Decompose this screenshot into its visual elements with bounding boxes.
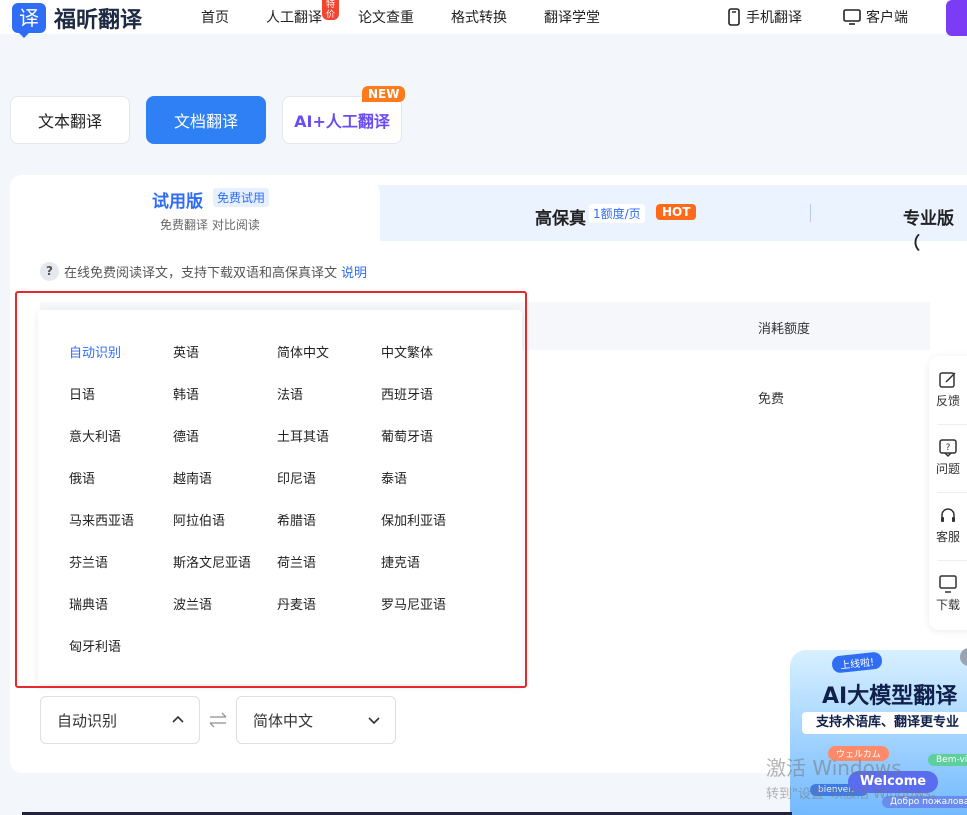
target-language-select[interactable]: 简体中文 <box>236 696 396 744</box>
logo-text: 福昕翻译 <box>54 8 143 33</box>
promo-tag: 上线啦! <box>831 651 883 674</box>
nav-sale-badge: 特价 <box>322 0 340 20</box>
rail-divider <box>937 492 967 493</box>
chevron-up-icon <box>172 715 184 723</box>
nav-plagiarism-check[interactable]: 论文查重 <box>358 7 414 27</box>
info-text: 在线免费阅读译文，支持下载双语和高保真译文 <box>64 266 338 281</box>
plan-divider <box>810 204 811 222</box>
client-label: 客户端 <box>866 10 908 26</box>
nav-format-convert[interactable]: 格式转换 <box>451 7 507 27</box>
hifi-plan-title[interactable]: 高保真 <box>535 204 586 229</box>
rail-download[interactable]: 下载 <box>929 574 967 613</box>
new-badge: NEW <box>362 86 406 102</box>
swap-icon[interactable] <box>207 710 229 730</box>
promo-title: AI大模型翻译 <box>822 684 958 709</box>
logo[interactable]: 译 福昕翻译 <box>12 2 143 38</box>
text-translate-tab[interactable]: 文本翻译 <box>10 96 130 144</box>
document-translate-tab[interactable]: 文档翻译 <box>146 96 266 144</box>
mobile-translate-link[interactable]: 手机翻译 <box>727 7 802 27</box>
trial-plan-subtitle: 免费翻译 对比阅读 <box>160 218 260 232</box>
edit-icon <box>939 372 956 388</box>
svg-text:?: ? <box>946 443 951 453</box>
nav-home[interactable]: 首页 <box>201 7 229 27</box>
rail-support-label: 客服 <box>935 530 960 544</box>
headset-icon <box>941 508 955 522</box>
nav-translation-school[interactable]: 翻译学堂 <box>544 7 600 27</box>
info-explain-link[interactable]: 说明 <box>341 262 367 281</box>
watermark-line2: 转到"设置"以激活 Windows。 <box>766 787 945 802</box>
rail-divider <box>937 424 967 425</box>
rail-feedback[interactable]: 反馈 <box>929 370 967 409</box>
question-icon: ? <box>40 262 59 281</box>
hifi-plan-tag: 1额度/页 <box>589 204 645 223</box>
login-button[interactable] <box>946 0 967 36</box>
top-header: 译 福昕翻译 首页 人工翻译 特价 论文查重 格式转换 翻译学堂 手机翻译 客户… <box>0 0 967 38</box>
rail-faq-label: 问题 <box>935 462 960 476</box>
chevron-down-icon <box>368 717 380 725</box>
monitor-icon <box>939 575 957 593</box>
target-language-value: 简体中文 <box>253 711 314 730</box>
promo-subtitle: 支持术语库、翻译更专业 <box>802 712 967 734</box>
side-rail: 反馈 ? 问题 客服 下载 <box>929 356 967 630</box>
rail-feedback-label: 反馈 <box>935 394 960 408</box>
ai-human-translate-tab[interactable]: AI+人工翻译 <box>282 96 402 144</box>
windows-activation-watermark: 激活 Windows 转到"设置"以激活 Windows。 <box>766 752 944 802</box>
monitor-icon <box>843 9 861 25</box>
rail-divider <box>937 560 967 561</box>
info-line: ? 在线免费阅读译文，支持下载双语和高保真译文 说明 <box>40 262 367 281</box>
client-download-link[interactable]: 客户端 <box>843 7 908 27</box>
cost-value: 免费 <box>758 392 785 407</box>
rail-download-label: 下载 <box>935 598 960 612</box>
rail-faq[interactable]: ? 问题 <box>929 438 967 477</box>
rail-support[interactable]: 客服 <box>929 506 967 545</box>
phone-icon <box>728 8 740 26</box>
watermark-line1: 激活 Windows <box>766 756 902 780</box>
source-language-select[interactable]: 自动识别 <box>40 696 200 744</box>
trial-plan-tag: 免费试用 <box>213 188 270 207</box>
mobile-translate-label: 手机翻译 <box>746 10 802 26</box>
nav-human-translation[interactable]: 人工翻译 <box>266 7 322 27</box>
pro-plan-title[interactable]: 专业版（ <box>903 204 967 254</box>
source-language-value: 自动识别 <box>57 711 118 730</box>
trial-plan-title: 试用版 <box>152 192 203 212</box>
hot-badge: HOT <box>656 204 697 220</box>
cost-column-header: 消耗额度 <box>758 322 811 337</box>
question-bubble-icon: ? <box>939 439 957 458</box>
highlight-box <box>15 291 527 688</box>
logo-icon: 译 <box>12 3 46 38</box>
